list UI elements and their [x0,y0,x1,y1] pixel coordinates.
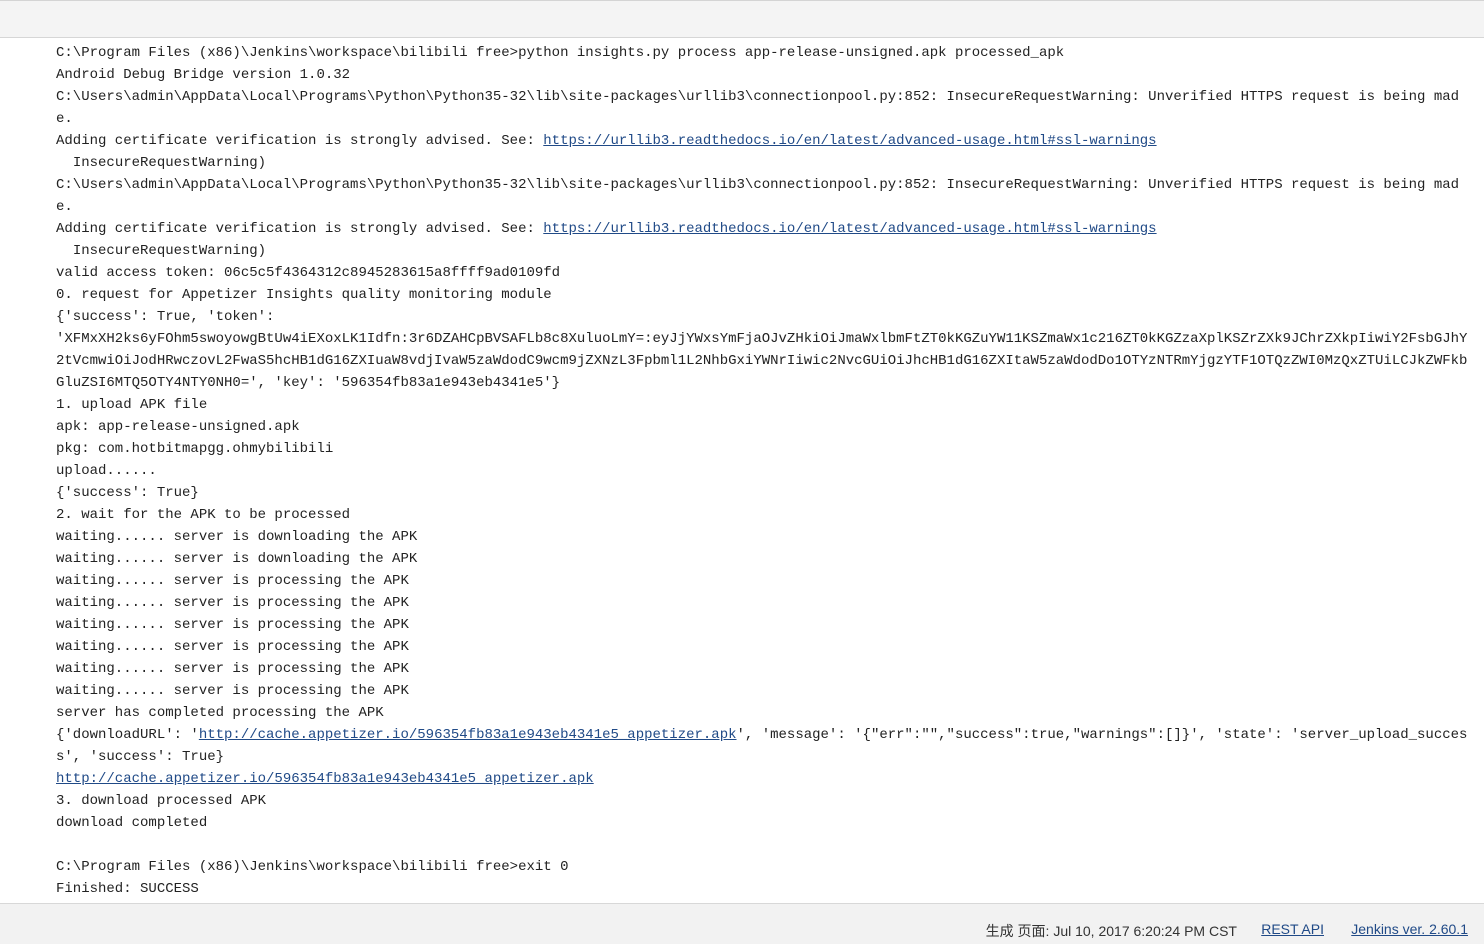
console-line: waiting...... server is processing the A… [56,614,1468,636]
console-line: Android Debug Bridge version 1.0.32 [56,64,1468,86]
jenkins-version-link[interactable]: Jenkins ver. 2.60.1 [1351,921,1468,937]
console-line: server has completed processing the APK [56,702,1468,724]
console-line: 1. upload APK file [56,394,1468,416]
console-line: {'success': True} [56,482,1468,504]
console-line-text: 3. download processed APK [56,793,267,809]
console-line-text: Finished: SUCCESS [56,881,199,897]
console-line: http://cache.appetizer.io/596354fb83a1e9… [56,768,1468,790]
console-link[interactable]: https://urllib3.readthedocs.io/en/latest… [543,221,1156,237]
page-footer: 生成 页面: Jul 10, 2017 6:20:24 PM CST REST … [0,903,1484,944]
console-line-text: InsecureRequestWarning) [56,243,267,259]
console-line: upload...... [56,460,1468,482]
console-line: Adding certificate verification is stron… [56,218,1468,240]
console-line-text: apk: app-release-unsigned.apk [56,419,300,435]
console-line-text: waiting...... server is processing the A… [56,595,409,611]
console-output: C:\Program Files (x86)\Jenkins\workspace… [56,42,1468,900]
console-line: 2. wait for the APK to be processed [56,504,1468,526]
console-line-text: C:\Users\admin\AppData\Local\Programs\Py… [56,89,1460,127]
console-line-text: waiting...... server is processing the A… [56,617,409,633]
console-line-text: Adding certificate verification is stron… [56,133,544,149]
console-line-text: {'success': True, 'token': [56,309,275,325]
console-line: waiting...... server is processing the A… [56,592,1468,614]
console-line-text: pkg: com.hotbitmapgg.ohmybilibili [56,441,334,457]
console-link[interactable]: http://cache.appetizer.io/596354fb83a1e9… [199,727,737,743]
console-line-text: 2. wait for the APK to be processed [56,507,351,523]
console-line: waiting...... server is processing the A… [56,680,1468,702]
console-line: waiting...... server is processing the A… [56,658,1468,680]
console-line-text: {'success': True} [56,485,199,501]
console-line-text: waiting...... server is processing the A… [56,683,409,699]
console-line-text: C:\Users\admin\AppData\Local\Programs\Py… [56,177,1460,215]
console-line-text: waiting...... server is processing the A… [56,661,409,677]
console-line: C:\Users\admin\AppData\Local\Programs\Py… [56,86,1468,130]
console-line: 'XFMxXH2ks6yFOhm5swoyowgBtUw4iEXoxLK1Idf… [56,328,1468,394]
console-line: pkg: com.hotbitmapgg.ohmybilibili [56,438,1468,460]
console-line: valid access token: 06c5c5f4364312c89452… [56,262,1468,284]
console-line-text: 'XFMxXH2ks6yFOhm5swoyowgBtUw4iEXoxLK1Idf… [56,331,1468,391]
console-line: 0. request for Appetizer Insights qualit… [56,284,1468,306]
console-line: InsecureRequestWarning) [56,240,1468,262]
console-link[interactable]: http://cache.appetizer.io/596354fb83a1e9… [56,771,594,787]
console-line: C:\Program Files (x86)\Jenkins\workspace… [56,42,1468,64]
console-line: C:\Program Files (x86)\Jenkins\workspace… [56,856,1468,878]
console-line-text: {'downloadURL': ' [56,727,199,743]
console-link[interactable]: https://urllib3.readthedocs.io/en/latest… [543,133,1156,149]
console-line-text: waiting...... server is processing the A… [56,573,409,589]
console-line-text: waiting...... server is processing the A… [56,639,409,655]
generated-timestamp: 生成 页面: Jul 10, 2017 6:20:24 PM CST [985,923,1237,939]
console-line: {'success': True, 'token': [56,306,1468,328]
console-line-text: waiting...... server is downloading the … [56,529,418,545]
console-line: waiting...... server is processing the A… [56,636,1468,658]
top-bar [0,0,1484,38]
console-line-text: InsecureRequestWarning) [56,155,267,171]
console-line: waiting...... server is downloading the … [56,548,1468,570]
console-line-text: valid access token: 06c5c5f4364312c89452… [56,265,561,281]
console-line: download completed [56,812,1468,834]
console-line: Adding certificate verification is stron… [56,130,1468,152]
console-line: Finished: SUCCESS [56,878,1468,900]
rest-api-link[interactable]: REST API [1261,921,1324,937]
console-line: C:\Users\admin\AppData\Local\Programs\Py… [56,174,1468,218]
console-line: apk: app-release-unsigned.apk [56,416,1468,438]
console-line-text: waiting...... server is downloading the … [56,551,418,567]
console-line: waiting...... server is processing the A… [56,570,1468,592]
console-line-text: upload...... [56,463,157,479]
console-line-text: C:\Program Files (x86)\Jenkins\workspace… [56,45,1065,61]
console-line-text: Adding certificate verification is stron… [56,221,544,237]
console-line-text: C:\Program Files (x86)\Jenkins\workspace… [56,859,569,875]
console-line-text: Android Debug Bridge version 1.0.32 [56,67,351,83]
console-line-text: server has completed processing the APK [56,705,384,721]
console-line-text: 0. request for Appetizer Insights qualit… [56,287,552,303]
console-line: 3. download processed APK [56,790,1468,812]
console-line-text: 1. upload APK file [56,397,208,413]
console-line: waiting...... server is downloading the … [56,526,1468,548]
console-line: InsecureRequestWarning) [56,152,1468,174]
console-line: {'downloadURL': 'http://cache.appetizer.… [56,724,1468,768]
console-line-text: download completed [56,815,208,831]
